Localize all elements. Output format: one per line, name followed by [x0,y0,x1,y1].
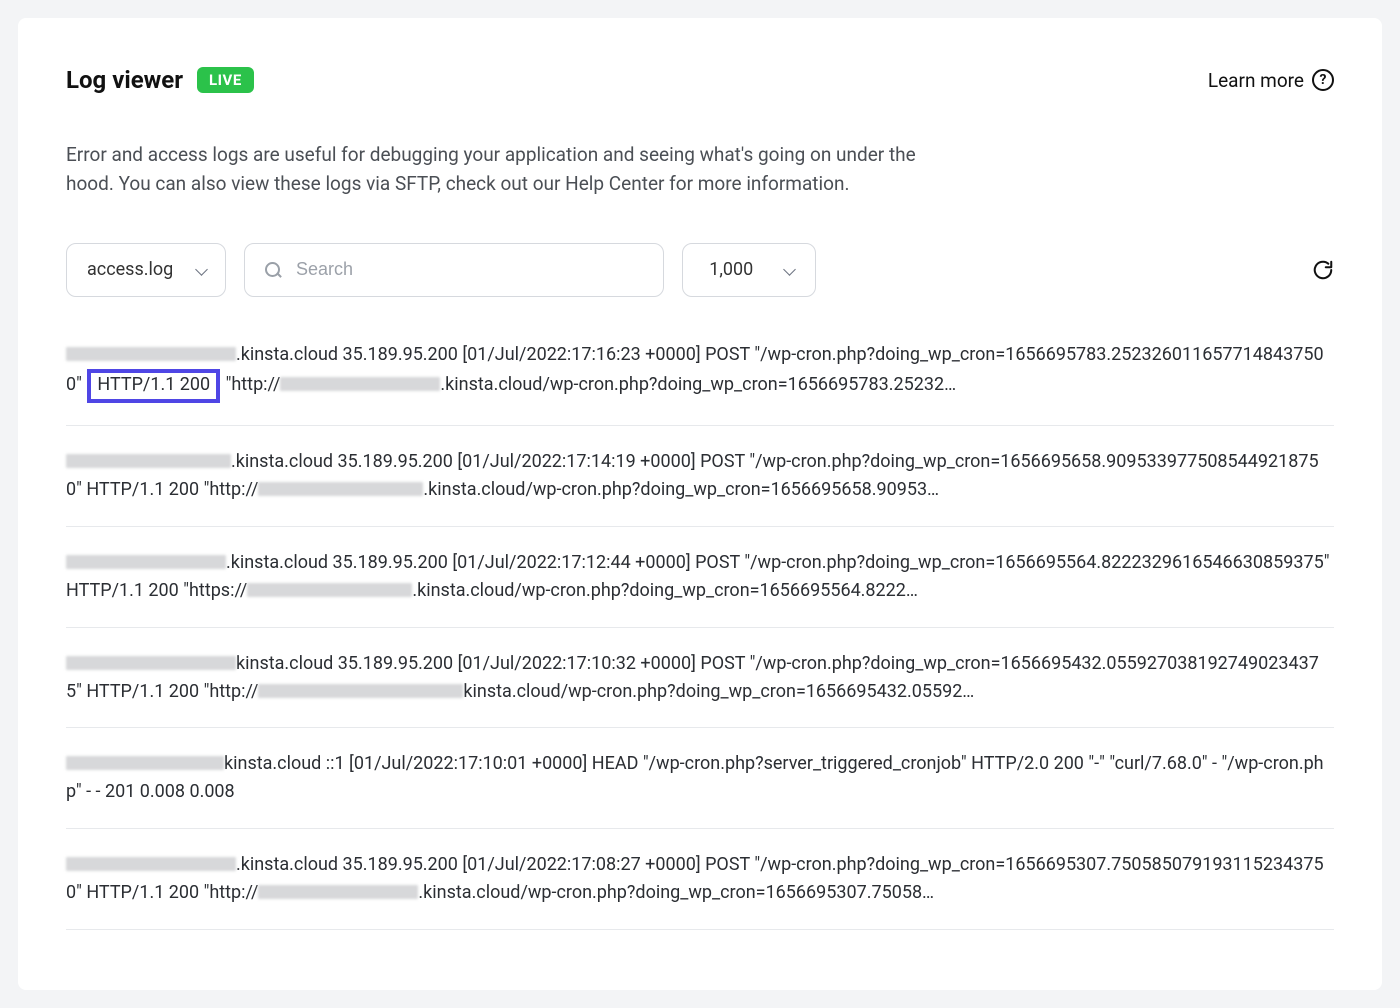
log-text: "http:// [221,374,280,395]
log-text: kinsta.cloud/wp-cron.php?doing_wp_cron=1… [463,681,974,702]
search-field[interactable] [244,243,664,297]
log-file-selected: access.log [87,259,173,280]
controls-row: access.log 1,000 [66,243,1334,297]
redacted-host [66,756,224,770]
refresh-button[interactable] [1312,259,1334,281]
row-limit-value: 1,000 [709,259,753,280]
highlighted-status: HTTP/1.1 200 [87,369,220,403]
log-file-select[interactable]: access.log [66,243,226,297]
log-text: .kinsta.cloud/wp-cron.php?doing_wp_cron=… [440,374,956,395]
redacted-host [66,454,231,468]
redacted-host [247,583,412,597]
redacted-host [258,885,418,899]
row-limit-select[interactable]: 1,000 [682,243,816,297]
redacted-host [66,857,236,871]
search-icon [265,262,280,278]
chevron-down-icon [783,263,797,277]
log-text: .kinsta.cloud/wp-cron.php?doing_wp_cron=… [412,580,918,601]
redacted-host [66,347,236,361]
search-input[interactable] [296,259,643,280]
live-badge: LIVE [197,67,254,93]
title-wrap: Log viewer LIVE [66,66,254,94]
log-viewer-panel: Log viewer LIVE Learn more ? Error and a… [18,18,1382,990]
header: Log viewer LIVE Learn more ? [66,66,1334,94]
redacted-host [66,656,236,670]
log-entry: kinsta.cloud 35.189.95.200 [01/Jul/2022:… [66,628,1334,729]
log-text: .kinsta.cloud/wp-cron.php?doing_wp_cron=… [423,479,939,500]
description-text: Error and access logs are useful for deb… [66,140,916,199]
learn-more-link[interactable]: Learn more ? [1208,69,1334,92]
refresh-icon [1312,259,1334,281]
log-text: kinsta.cloud ::1 [01/Jul/2022:17:10:01 +… [66,753,1324,802]
page-title: Log viewer [66,66,183,94]
log-entry: .kinsta.cloud 35.189.95.200 [01/Jul/2022… [66,341,1334,426]
redacted-host [258,684,463,698]
log-entry: .kinsta.cloud 35.189.95.200 [01/Jul/2022… [66,829,1334,930]
learn-more-label: Learn more [1208,69,1304,92]
redacted-host [258,482,423,496]
redacted-host [280,377,440,391]
log-list: .kinsta.cloud 35.189.95.200 [01/Jul/2022… [66,341,1334,930]
log-entry: kinsta.cloud ::1 [01/Jul/2022:17:10:01 +… [66,728,1334,829]
log-text: .kinsta.cloud/wp-cron.php?doing_wp_cron=… [418,882,934,903]
chevron-down-icon [195,263,209,277]
log-entry: .kinsta.cloud 35.189.95.200 [01/Jul/2022… [66,527,1334,628]
help-icon: ? [1312,69,1334,91]
redacted-host [66,555,226,569]
log-entry: .kinsta.cloud 35.189.95.200 [01/Jul/2022… [66,426,1334,527]
